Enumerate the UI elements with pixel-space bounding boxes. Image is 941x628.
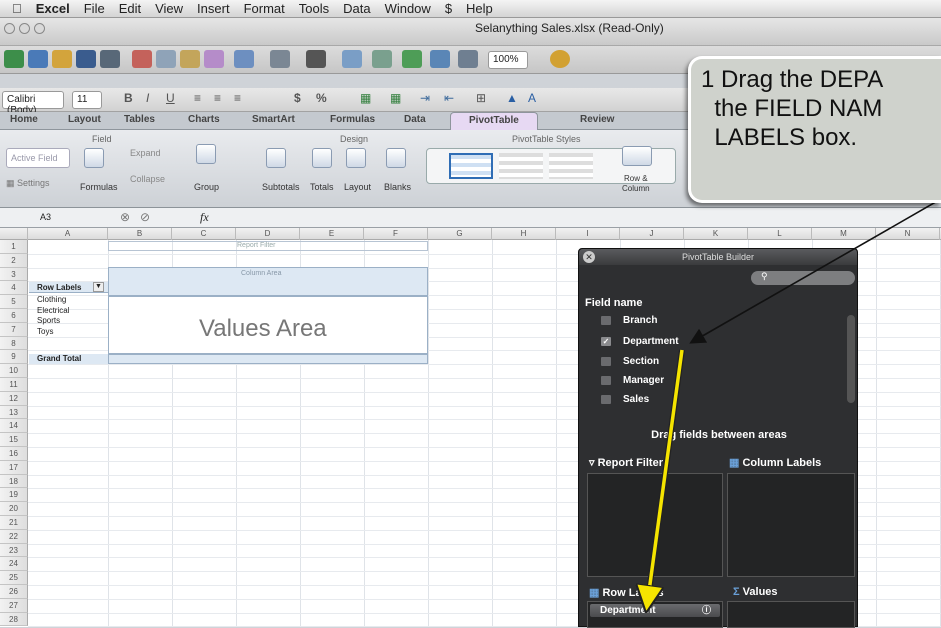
drag-arrow xyxy=(647,349,684,606)
callout-text: 1 Drag the DEPA the FIELD NAM LABELS box… xyxy=(701,66,884,151)
callout-pointer-arrow xyxy=(689,198,941,344)
instruction-callout: 1 Drag the DEPA the FIELD NAM LABELS box… xyxy=(688,56,941,203)
